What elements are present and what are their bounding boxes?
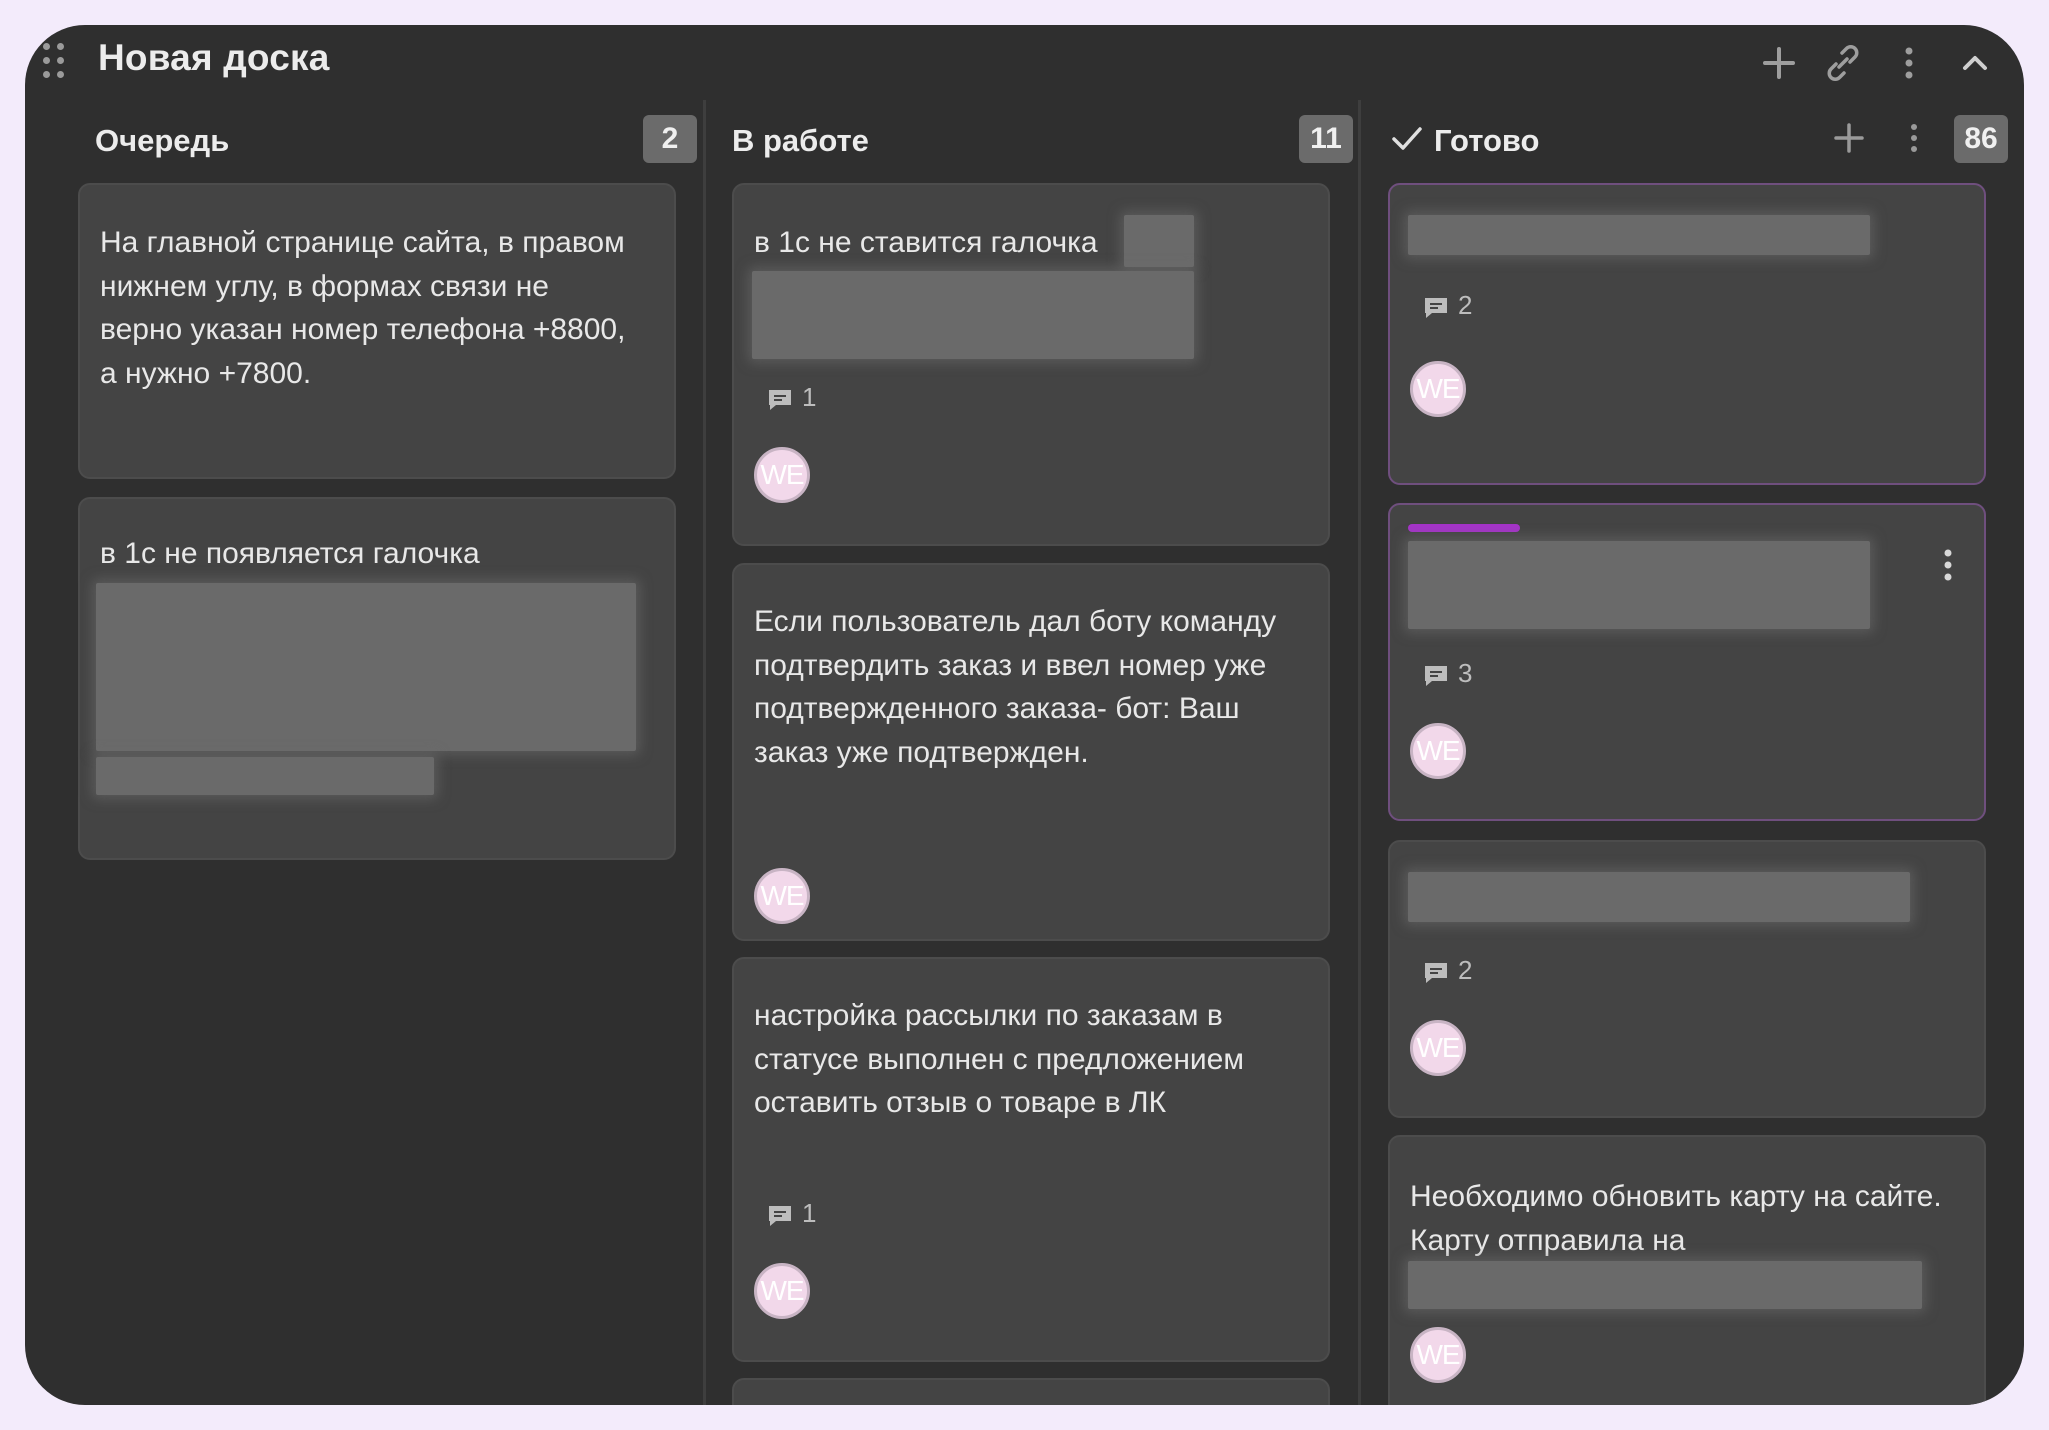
card-text: Если пользователь дал боту команду подтв… — [754, 605, 1277, 769]
kanban-board-window: Новая доска Очередь 2 На главной страниц… — [25, 25, 2024, 1405]
column-divider — [1358, 100, 1361, 1405]
redacted-content — [1124, 215, 1194, 267]
task-card[interactable]: Необходимо обновить карту на сайте. Карт… — [1388, 1135, 1986, 1405]
redacted-content — [1408, 541, 1870, 629]
card-text: настройка рассылки по заказам в статусе … — [754, 999, 1244, 1119]
redacted-content — [1408, 215, 1870, 255]
redacted-content — [96, 583, 636, 751]
card-label — [1408, 524, 1520, 532]
avatar[interactable]: WE — [1410, 1020, 1466, 1076]
drag-handle-icon[interactable] — [43, 43, 71, 83]
task-card[interactable]: настройка рассылки по заказам в статусе … — [732, 957, 1330, 1362]
comment-icon — [1425, 963, 1447, 983]
comment-icon — [769, 390, 791, 410]
task-card[interactable]: 2 WE — [1388, 183, 1986, 485]
comment-icon — [1425, 298, 1447, 318]
card-count-badge: 2 — [643, 115, 697, 163]
avatar[interactable]: WE — [754, 868, 810, 924]
column-header-done: Готово 86 — [1390, 115, 2020, 173]
more-vertical-icon[interactable] — [1883, 37, 1935, 89]
plus-icon[interactable] — [1753, 37, 1805, 89]
task-card[interactable]: в 1с не появляется галочка — [78, 497, 676, 860]
column-header-in-progress: В работе 11 — [732, 115, 1353, 173]
card-menu-icon[interactable] — [1938, 545, 1958, 585]
redacted-content — [1408, 1261, 1922, 1309]
card-count-badge: 11 — [1299, 115, 1353, 163]
avatar[interactable]: WE — [1410, 1327, 1466, 1383]
column-title: Готово — [1434, 123, 1540, 158]
card-text: в 1с не появляется галочка — [100, 537, 480, 570]
task-card[interactable]: 2 WE — [1388, 840, 1986, 1118]
card-text: На главной странице сайта, в правом нижн… — [100, 226, 626, 390]
avatar[interactable]: WE — [754, 447, 810, 503]
card-text: в 1с не ставится галочка — [754, 226, 1098, 259]
task-card[interactable]: 3 WE — [1388, 503, 1986, 821]
column-menu-icon[interactable] — [1893, 117, 1935, 159]
avatar[interactable]: WE — [1410, 361, 1466, 417]
link-icon[interactable] — [1817, 37, 1869, 89]
task-card[interactable]: На главной странице сайта, в правом нижн… — [78, 183, 676, 479]
redacted-content — [752, 271, 1194, 359]
task-card[interactable] — [732, 1378, 1330, 1405]
board-header: Новая доска — [25, 25, 2024, 120]
checkmark-icon — [1388, 119, 1426, 157]
avatar[interactable]: WE — [754, 1263, 810, 1319]
board-title: Новая доска — [98, 37, 330, 78]
comment-icon — [769, 1206, 791, 1226]
redacted-content — [1408, 872, 1910, 922]
redacted-content — [96, 757, 434, 795]
column-header-queue: Очередь 2 — [95, 115, 700, 173]
column-divider — [703, 100, 706, 1405]
task-card[interactable]: в 1с не ставится галочка 1 WE — [732, 183, 1330, 546]
comment-icon — [1425, 666, 1447, 686]
column-title: Очередь — [95, 123, 230, 158]
avatar[interactable]: WE — [1410, 723, 1466, 779]
column-title: В работе — [732, 123, 869, 158]
task-card[interactable]: Если пользователь дал боту команду подтв… — [732, 563, 1330, 941]
card-text: Необходимо обновить карту на сайте. Карт… — [1410, 1180, 1942, 1257]
chevron-up-icon[interactable] — [1949, 37, 2001, 89]
add-card-plus-icon[interactable] — [1828, 117, 1870, 159]
card-count-badge: 86 — [1954, 115, 2008, 163]
